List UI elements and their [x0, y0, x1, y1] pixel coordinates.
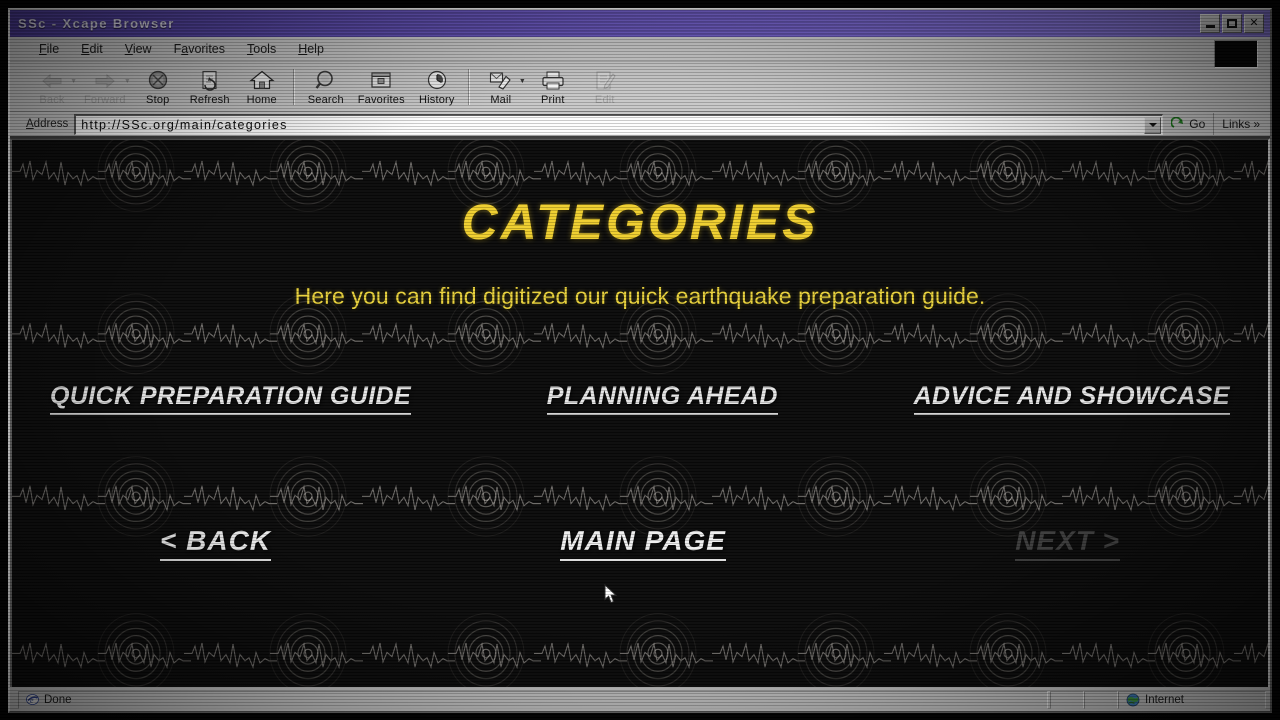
links-button[interactable]: Links »: [1213, 113, 1266, 135]
toolbar-button-favorites[interactable]: Favorites: [352, 64, 411, 110]
toolbar-button-forward[interactable]: Forward ▼: [78, 64, 132, 110]
home-icon: [249, 70, 275, 89]
forward-menu-chevron-icon[interactable]: ▼: [124, 78, 131, 85]
window-controls: ✕: [1200, 14, 1268, 33]
stop-icon: [148, 70, 167, 89]
category-link-quick-preparation-guide[interactable]: QUICK PREPARATION GUIDE: [50, 382, 412, 415]
menu-label-tools: ools: [253, 42, 277, 56]
address-url-text: http://SSc.org/main/categories: [81, 117, 288, 132]
close-button[interactable]: ✕: [1244, 14, 1264, 33]
close-icon: ✕: [1249, 17, 1259, 29]
favorites-folder-icon: [371, 71, 391, 88]
menu-label-favorites: vorites: [188, 42, 226, 56]
mail-icon: [489, 71, 511, 90]
toolbar-label-back: Back: [39, 93, 65, 106]
toolbar-separator: [292, 68, 295, 105]
toolbar-button-print[interactable]: Print: [527, 64, 579, 110]
menu-bar: File Edit View Favorites Tools Help: [10, 37, 1270, 68]
search-icon: [315, 70, 333, 89]
window-title: SSc - Xcape Browser: [18, 16, 175, 31]
nav-link-next: NEXT >: [1015, 525, 1120, 561]
toolbar-label-search: Search: [307, 93, 344, 106]
category-link-planning-ahead[interactable]: PLANNING AHEAD: [546, 382, 778, 415]
menu-label-edit: dit: [89, 42, 103, 56]
go-arrow-icon: [1171, 117, 1184, 128]
crt-screen: SSc - Xcape Browser ✕ File Edit View Fav…: [0, 0, 1280, 720]
toolbar-separator-2: [467, 68, 470, 105]
toolbar-button-search[interactable]: Search: [300, 64, 352, 110]
toolbar-button-edit[interactable]: Edit: [579, 64, 631, 110]
page-navigation-row: < BACK MAIN PAGE NEXT >: [12, 525, 1268, 561]
toolbar-button-history[interactable]: History: [411, 64, 463, 110]
toolbar-button-stop[interactable]: Stop: [132, 64, 184, 110]
toolbar-label-history: History: [418, 93, 455, 106]
status-bar: e Done Internet: [10, 687, 1270, 711]
menu-item-file[interactable]: File: [28, 40, 70, 58]
links-label: Links: [1222, 117, 1251, 131]
status-zone-text: Internet: [1145, 693, 1184, 706]
status-zone-cell[interactable]: Internet: [1118, 690, 1266, 709]
maximize-button[interactable]: [1222, 14, 1242, 33]
mail-menu-chevron-icon[interactable]: ▼: [519, 78, 526, 85]
go-label: Go: [1189, 117, 1206, 131]
toolbar-label-edit: Edit: [594, 93, 615, 106]
address-label-rest: ddress: [33, 118, 69, 130]
menu-label-file: ile: [46, 42, 60, 56]
toolbar-button-mail[interactable]: Mail ▼: [475, 64, 527, 110]
go-button[interactable]: Go: [1163, 113, 1213, 135]
toolbar-button-back[interactable]: Back ▼: [26, 64, 78, 110]
browser-window: SSc - Xcape Browser ✕ File Edit View Fav…: [8, 8, 1272, 713]
title-bar[interactable]: SSc - Xcape Browser ✕: [10, 10, 1270, 37]
edit-page-icon: [596, 70, 616, 90]
toolbar-label-refresh: Refresh: [189, 93, 230, 106]
menu-label-help: elp: [307, 42, 324, 56]
history-clock-icon: [427, 70, 446, 89]
toolbar-label-forward: Forward: [84, 93, 126, 106]
page-subtitle: Here you can find digitized our quick ea…: [294, 283, 986, 309]
address-label: Address: [26, 118, 69, 130]
printer-icon: [542, 71, 564, 89]
chevron-down-icon: [1148, 123, 1157, 127]
forward-arrow-icon: [95, 73, 115, 88]
menu-item-view[interactable]: View: [114, 40, 163, 58]
toolbar-button-refresh[interactable]: Refresh: [184, 64, 236, 110]
menu-label-view: iew: [132, 42, 152, 56]
status-text: Done: [44, 693, 72, 706]
menu-item-favorites[interactable]: Favorites: [163, 40, 236, 58]
address-bar: Address http://SSc.org/main/categories G…: [10, 112, 1270, 138]
browser-e-icon: e: [26, 694, 39, 705]
back-arrow-icon: [42, 73, 62, 88]
links-chevron-icon: »: [1253, 117, 1260, 131]
toolbar-label-favorites: Favorites: [357, 93, 405, 106]
globe-icon: [1126, 693, 1140, 706]
menu-item-edit[interactable]: Edit: [70, 40, 114, 58]
status-message-cell: e Done: [18, 690, 1048, 709]
toolbar-label-stop: Stop: [146, 93, 170, 106]
page-viewport: CATEGORIES Here you can find digitized o…: [10, 138, 1270, 687]
toolbar-button-home[interactable]: Home: [236, 64, 288, 110]
menu-item-help[interactable]: Help: [287, 40, 335, 58]
minimize-button[interactable]: [1200, 14, 1220, 33]
nav-link-back[interactable]: < BACK: [160, 525, 272, 561]
address-history-dropdown[interactable]: [1144, 116, 1162, 134]
category-link-advice-and-showcase[interactable]: ADVICE AND SHOWCASE: [913, 382, 1230, 415]
address-input[interactable]: http://SSc.org/main/categories: [74, 113, 1164, 135]
refresh-icon: [202, 70, 217, 91]
nav-link-main-page[interactable]: MAIN PAGE: [560, 525, 726, 561]
status-spacer-2: [1084, 690, 1118, 709]
category-link-row: QUICK PREPARATION GUIDE PLANNING AHEAD A…: [12, 382, 1268, 415]
toolbar-label-print: Print: [540, 93, 565, 106]
menu-item-tools[interactable]: Tools: [236, 40, 287, 58]
status-spacer-1: [1050, 690, 1084, 709]
brand-logo-box: [1214, 40, 1258, 68]
toolbar-label-mail: Mail: [490, 93, 512, 106]
page-title: CATEGORIES: [461, 194, 819, 250]
back-menu-chevron-icon[interactable]: ▼: [70, 78, 77, 85]
toolbar: Back ▼ Forward ▼ Stop Refresh Home Searc…: [10, 62, 1270, 112]
maximize-icon: [1227, 19, 1237, 28]
toolbar-label-home: Home: [246, 93, 277, 106]
minimize-icon: [1205, 25, 1215, 28]
page-content: CATEGORIES Here you can find digitized o…: [12, 140, 1268, 687]
svg-text:e: e: [30, 696, 34, 705]
